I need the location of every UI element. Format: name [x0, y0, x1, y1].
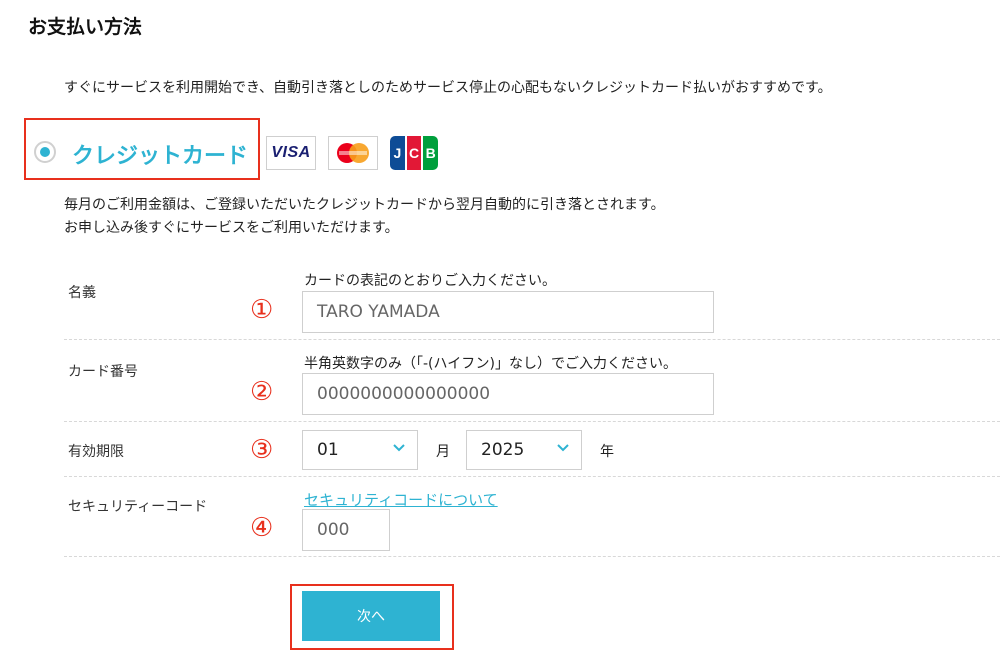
chevron-down-icon [393, 444, 405, 452]
row-divider [64, 476, 1000, 477]
billing-note-line2: お申し込み後すぐにサービスをご利用いただけます。 [64, 220, 399, 236]
jcb-logo: J C B [390, 136, 439, 170]
next-button[interactable]: 次へ [302, 591, 440, 641]
step-marker-4: ④ [250, 513, 274, 543]
page-title: お支払い方法 [28, 16, 143, 38]
jcb-logo-b: B [423, 136, 439, 170]
security-code-input[interactable]: 000 [302, 509, 390, 551]
security-code-help-link[interactable]: セキュリティコードについて [304, 489, 498, 510]
cardholder-name-input[interactable]: TARO YAMADA [302, 291, 714, 333]
expiry-month-value: 01 [317, 440, 339, 460]
row-divider [64, 339, 1000, 340]
expiry-year-select[interactable]: 2025 [466, 430, 582, 470]
row-divider [64, 421, 1000, 422]
credit-card-radio[interactable] [34, 141, 56, 163]
visa-logo: VISA [266, 136, 316, 170]
mastercard-logo [328, 136, 378, 170]
chevron-down-icon [557, 444, 569, 452]
name-hint: カードの表記のとおりご入力ください。 [304, 273, 556, 289]
credit-card-option-label[interactable]: クレジットカード [72, 138, 248, 170]
step-marker-1: ① [250, 295, 274, 325]
card-number-input[interactable]: 0000000000000000 [302, 373, 714, 415]
name-label: 名義 [68, 285, 96, 301]
billing-note-line1: 毎月のご利用金額は、ご登録いただいたクレジットカードから翌月自動的に引き落とされ… [64, 197, 665, 213]
security-code-label: セキュリティーコード [68, 499, 208, 515]
card-number-hint: 半角英数字のみ（「-(ハイフン)」なし）でご入力ください。 [304, 356, 677, 372]
intro-text: すぐにサービスを利用開始でき、自動引き落としのためサービス停止の心配もないクレジ… [64, 80, 832, 96]
jcb-logo-c: C [406, 136, 422, 170]
visa-logo-text: VISA [271, 144, 311, 161]
jcb-logo-j: J [390, 136, 405, 170]
expiry-month-select[interactable]: 01 [302, 430, 418, 470]
mastercard-circles-icon [337, 143, 369, 163]
expiry-year-value: 2025 [481, 440, 525, 460]
step-marker-2: ② [250, 377, 274, 407]
row-divider [64, 556, 1000, 557]
year-unit: 年 [600, 444, 614, 460]
month-unit: 月 [436, 444, 450, 460]
jcb-logo-text: J [393, 145, 402, 161]
card-number-label: カード番号 [68, 364, 138, 380]
step-marker-3: ③ [250, 435, 274, 465]
expiry-label: 有効期限 [68, 444, 124, 460]
